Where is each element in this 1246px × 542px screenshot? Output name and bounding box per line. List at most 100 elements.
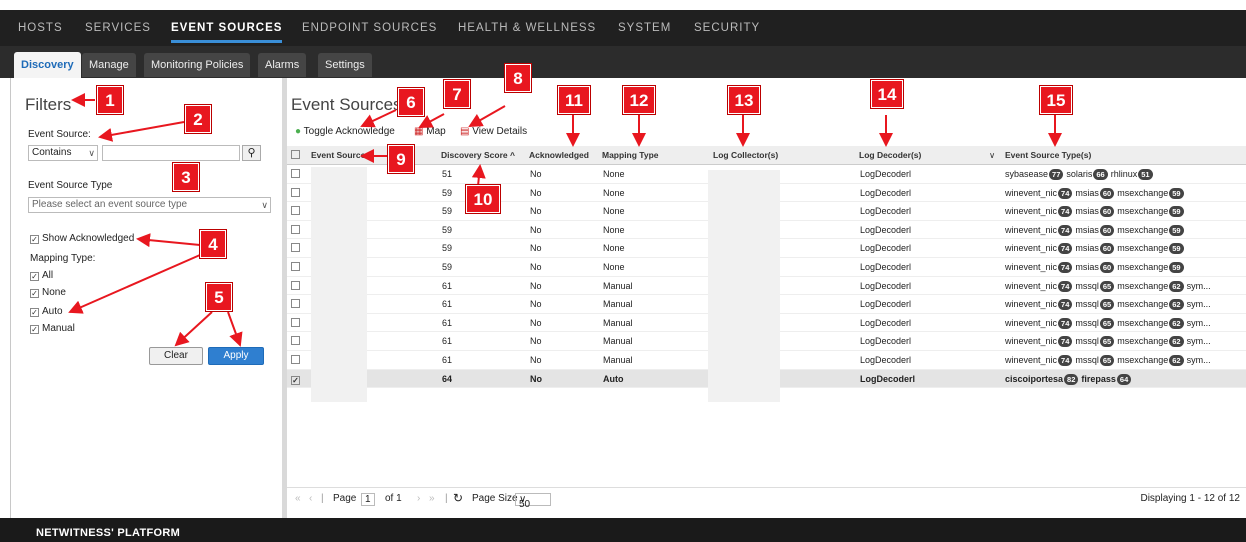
event-source-input[interactable] bbox=[102, 145, 240, 161]
column-acknowledged[interactable]: Acknowledged bbox=[529, 146, 589, 165]
callout-14: 14 bbox=[871, 80, 903, 108]
nav-security[interactable]: SECURITY bbox=[694, 10, 760, 46]
type-score-badge: 74 bbox=[1058, 224, 1073, 236]
nav-hosts[interactable]: HOSTS bbox=[18, 10, 63, 46]
tab-manage[interactable]: Manage bbox=[82, 53, 136, 77]
column-log-collectors[interactable]: Log Collector(s) bbox=[713, 146, 778, 165]
tab-discovery[interactable]: Discovery bbox=[14, 52, 81, 78]
acknowledged-cell: No bbox=[530, 169, 542, 179]
acknowledged-cell: No bbox=[530, 187, 542, 198]
column-discovery-score[interactable]: Discovery Score ^ bbox=[441, 146, 515, 165]
type-score-badge: 65 bbox=[1099, 317, 1115, 329]
top-nav: HOSTS SERVICES EVENT SOURCES ENDPOINT SO… bbox=[0, 10, 1246, 46]
column-event-source[interactable]: Event Source bbox=[311, 146, 365, 165]
nav-system[interactable]: SYSTEM bbox=[618, 10, 671, 46]
nav-event-sources[interactable]: EVENT SOURCES bbox=[171, 10, 283, 46]
event-source-types-cell: winevent_nic 74 mssql 65 msexchange 62 sym... bbox=[1005, 295, 1245, 313]
type-score-badge: 62 bbox=[1169, 336, 1184, 348]
refresh-icon[interactable]: ↻ bbox=[453, 491, 463, 505]
type-name: firepass bbox=[1081, 373, 1116, 384]
discovery-score-cell: 61 bbox=[442, 354, 453, 365]
mapping-manual-checkbox[interactable]: ✓ Manual bbox=[30, 323, 75, 334]
last-page-icon[interactable]: » bbox=[429, 493, 435, 504]
first-page-icon[interactable]: « bbox=[295, 493, 301, 504]
event-source-types-cell: winevent_nic 74 msias 60 msexchange 59 bbox=[1005, 221, 1245, 239]
page-size-value: 50 bbox=[519, 499, 531, 510]
row-checkbox[interactable] bbox=[291, 295, 303, 313]
row-checkbox[interactable] bbox=[291, 332, 303, 350]
discovery-score-cell: 59 bbox=[442, 224, 453, 235]
type-score-badge: 74 bbox=[1058, 243, 1073, 255]
nav-services[interactable]: SERVICES bbox=[85, 10, 151, 46]
mapping-option-label: None bbox=[42, 287, 66, 298]
toggle-acknowledge-button[interactable]: ● Toggle Acknowledge bbox=[295, 126, 395, 137]
type-overflow: sym... bbox=[1186, 317, 1211, 328]
type-score-badge: 60 bbox=[1099, 206, 1115, 218]
column-event-source-types[interactable]: Event Source Type(s) bbox=[1005, 146, 1091, 165]
type-name: mssql bbox=[1075, 299, 1099, 310]
tab-alarms[interactable]: Alarms bbox=[258, 53, 307, 77]
type-score-badge: 60 bbox=[1099, 243, 1115, 255]
event-source-types-cell: ciscoiportesa 82 firepass 64 bbox=[1005, 370, 1245, 388]
discovery-score-cell: 61 bbox=[442, 336, 453, 347]
type-score-badge: 60 bbox=[1099, 224, 1115, 236]
log-decoder-cell: LogDecoderl bbox=[860, 373, 916, 384]
callout-15: 15 bbox=[1040, 86, 1072, 114]
clear-button[interactable]: Clear bbox=[149, 347, 203, 365]
row-checkbox[interactable] bbox=[291, 202, 303, 220]
log-decoder-cell: LogDecoderl bbox=[860, 187, 912, 198]
prev-page-icon[interactable]: ‹ bbox=[309, 493, 312, 504]
search-icon[interactable]: ⚲ bbox=[242, 145, 261, 161]
checkbox-icon bbox=[291, 299, 300, 309]
row-checkbox[interactable] bbox=[291, 165, 303, 183]
type-score-badge: 65 bbox=[1099, 280, 1115, 292]
row-checkbox[interactable] bbox=[291, 314, 303, 332]
mapping-type-cell: None bbox=[603, 187, 625, 198]
type-score-badge: 59 bbox=[1169, 206, 1184, 218]
mapping-type-label: Mapping Type: bbox=[30, 253, 96, 264]
type-score-badge: 65 bbox=[1099, 299, 1115, 311]
brand-logo: NETWITNESS' PLATFORM bbox=[36, 527, 181, 539]
callout-8: 8 bbox=[505, 64, 531, 92]
show-acknowledged-checkbox[interactable]: ✓ Show Acknowledged bbox=[30, 233, 134, 244]
type-name: msexchange bbox=[1117, 261, 1169, 272]
event-source-type-select[interactable]: Please select an event source type ∨ bbox=[28, 197, 271, 213]
next-page-icon[interactable]: › bbox=[417, 493, 420, 504]
row-checkbox[interactable] bbox=[291, 221, 303, 239]
column-mapping-type[interactable]: Mapping Type bbox=[602, 146, 659, 165]
page-input[interactable]: 1 bbox=[361, 493, 375, 506]
callout-13: 13 bbox=[728, 86, 760, 114]
event-source-type-label: Event Source Type bbox=[28, 180, 113, 191]
column-log-decoders[interactable]: Log Decoder(s) bbox=[859, 146, 921, 165]
map-button[interactable]: ▦ Map bbox=[414, 126, 446, 137]
checkbox-icon bbox=[291, 280, 300, 290]
checkbox-icon bbox=[291, 169, 300, 178]
mapping-auto-checkbox[interactable]: ✓ Auto bbox=[30, 306, 63, 317]
chevron-down-icon[interactable]: ∨ bbox=[989, 146, 995, 165]
row-checkbox[interactable] bbox=[291, 277, 303, 295]
nav-endpoint-sources[interactable]: ENDPOINT SOURCES bbox=[302, 10, 437, 46]
type-score-badge: 65 bbox=[1099, 336, 1115, 348]
row-checkbox[interactable] bbox=[291, 351, 303, 369]
type-score-badge: 82 bbox=[1064, 373, 1079, 385]
row-checkbox[interactable] bbox=[291, 258, 303, 276]
callout-3: 3 bbox=[173, 163, 199, 191]
type-score-badge: 51 bbox=[1138, 169, 1153, 180]
tab-settings[interactable]: Settings bbox=[318, 53, 372, 77]
checkbox-icon bbox=[291, 243, 300, 253]
tab-monitoring-policies[interactable]: Monitoring Policies bbox=[144, 53, 251, 77]
row-checkbox[interactable] bbox=[291, 239, 303, 257]
view-details-button[interactable]: ▤ View Details bbox=[460, 126, 527, 137]
row-checkbox[interactable]: ✓ bbox=[291, 370, 303, 388]
match-type-select[interactable]: Contains ∨ bbox=[28, 145, 98, 161]
event-source-types-cell: winevent_nic 74 msias 60 msexchange 59 bbox=[1005, 184, 1245, 202]
mapping-all-checkbox[interactable]: ✓ All bbox=[30, 270, 53, 281]
type-name: winevent_nic bbox=[1005, 224, 1058, 235]
display-count: Displaying 1 - 12 of 12 bbox=[1140, 493, 1240, 504]
mapping-none-checkbox[interactable]: ✓ None bbox=[30, 287, 66, 298]
page-size-select[interactable]: 50 ∨ bbox=[515, 493, 551, 510]
apply-button[interactable]: Apply bbox=[208, 347, 264, 365]
nav-health-wellness[interactable]: HEALTH & WELLNESS bbox=[458, 10, 596, 46]
row-checkbox[interactable] bbox=[291, 184, 303, 202]
select-all-checkbox[interactable] bbox=[291, 146, 303, 165]
